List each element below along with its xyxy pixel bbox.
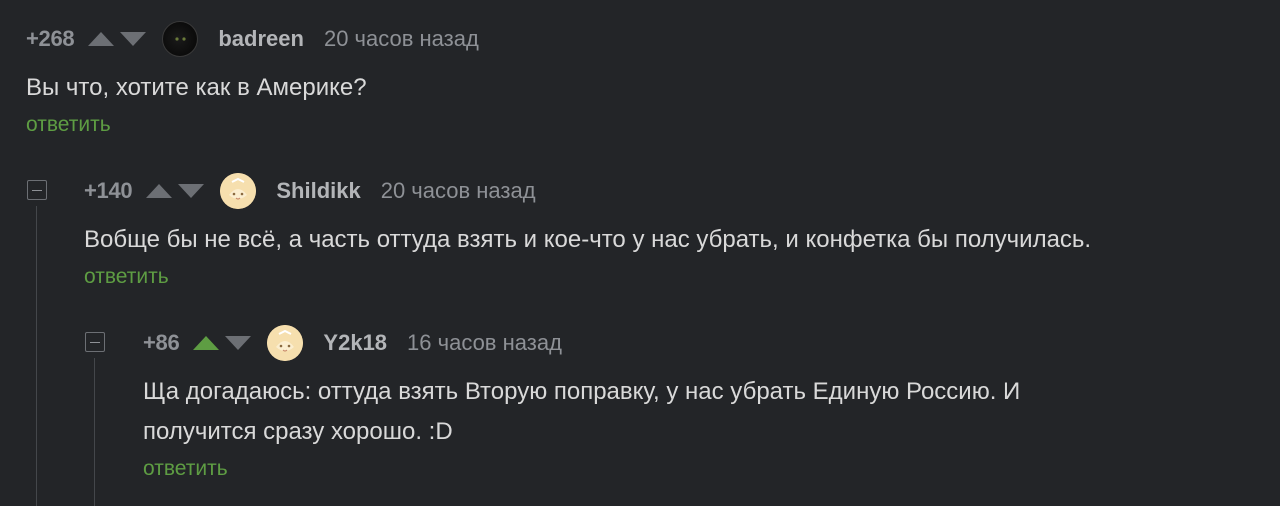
- comment-text: Вобще бы не всё, а часть оттуда взять и …: [84, 226, 1092, 253]
- thread-line: [36, 206, 37, 506]
- reply-link[interactable]: ответить: [26, 113, 479, 137]
- username[interactable]: badreen: [218, 26, 304, 52]
- avatar[interactable]: [267, 325, 304, 361]
- comment-text: Ща догадаюсь: оттуда взять Вторую поправ…: [143, 372, 1020, 452]
- downvote-icon[interactable]: [225, 336, 252, 350]
- comment-2: +140 Shildikk 20 часов назад Вобще бы не…: [84, 171, 1091, 289]
- comment-time[interactable]: 20 часов назад: [324, 26, 479, 52]
- avatar-image: [220, 173, 257, 209]
- comment-rating: +86: [143, 330, 180, 355]
- comment-header: +268 badreen 20 часов назад: [26, 19, 479, 59]
- username[interactable]: Shildikk: [276, 178, 360, 204]
- comment-rating: +140: [84, 178, 133, 203]
- comments-page: +268 badreen 20 часов назад Вы что, хоти…: [0, 0, 1280, 506]
- collapse-icon[interactable]: [27, 180, 47, 200]
- comment-time[interactable]: 20 часов назад: [381, 178, 536, 204]
- comment-text-line: получится сразу хорошо. :D: [143, 418, 453, 445]
- downvote-icon[interactable]: [178, 184, 205, 198]
- comment-text-line: Ща догадаюсь: оттуда взять Вторую поправ…: [143, 378, 1021, 405]
- comment-header: +86 Y2k18 16 часов назад: [143, 323, 1020, 363]
- comment-1: +268 badreen 20 часов назад Вы что, хоти…: [26, 19, 479, 137]
- upvote-icon[interactable]: [88, 32, 115, 46]
- avatar-image: [267, 325, 304, 361]
- avatar[interactable]: [220, 173, 257, 209]
- downvote-icon[interactable]: [120, 32, 147, 46]
- collapse-icon[interactable]: [85, 332, 105, 352]
- thread-line: [94, 358, 95, 506]
- upvote-icon[interactable]: [193, 336, 220, 350]
- comment-text: Вы что, хотите как в Америке?: [26, 74, 367, 101]
- upvote-icon[interactable]: [146, 184, 173, 198]
- comment-3: +86 Y2k18 16 часов назад Ща догадаюсь: о…: [143, 323, 1020, 481]
- username[interactable]: Y2k18: [323, 330, 387, 356]
- reply-link[interactable]: ответить: [143, 457, 1020, 481]
- avatar-image: [175, 37, 186, 41]
- comment-header: +140 Shildikk 20 часов назад: [84, 171, 1091, 211]
- comment-time[interactable]: 16 часов назад: [407, 330, 562, 356]
- reply-link[interactable]: ответить: [84, 265, 1091, 289]
- avatar[interactable]: [162, 21, 199, 57]
- comment-rating: +268: [26, 26, 75, 51]
